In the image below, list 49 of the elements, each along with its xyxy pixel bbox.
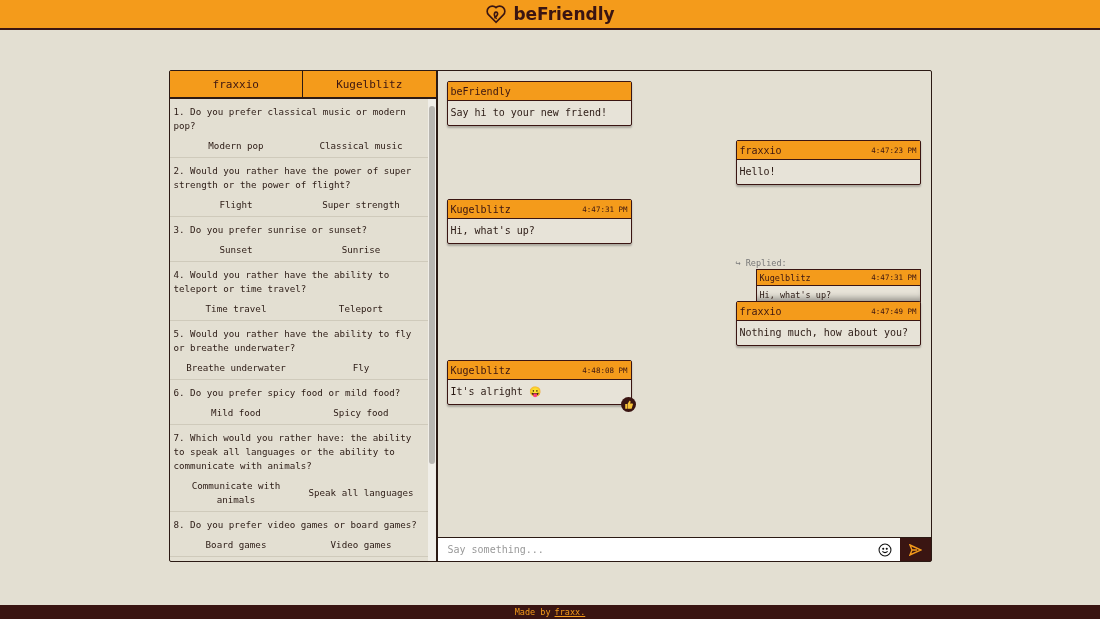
question-text: 6. Do you prefer spicy food or mild food? [173, 386, 402, 400]
message-input[interactable]: Say something... [445, 543, 878, 556]
answer-option[interactable]: Super strength [298, 198, 424, 212]
answer-option[interactable]: Spicy food [298, 406, 424, 420]
message-text: Say hi to your new friend! [449, 106, 609, 120]
answer-option[interactable]: Sunset [173, 243, 299, 257]
question-text: 8. Do you prefer video games or board games? [173, 518, 418, 532]
smiley-icon[interactable] [877, 542, 892, 557]
answer-option[interactable]: Video games [298, 538, 424, 552]
message-text: Nothing much, how about you? [738, 326, 910, 340]
question-text: 1. Do you prefer classical music or modern pop? [173, 105, 407, 133]
sender-name: beFriendly [450, 85, 511, 97]
answer-option[interactable]: Time travel [173, 302, 299, 316]
send-button[interactable] [899, 538, 931, 561]
message-text: Hi, what's up? [758, 289, 833, 302]
answer-option[interactable]: Classical music [298, 139, 424, 153]
answer-option[interactable]: Board games [173, 538, 299, 552]
answer-option[interactable]: Flight [173, 198, 299, 212]
message-text: Hi, what's up? [449, 224, 536, 238]
message-field[interactable]: Say something... [437, 538, 900, 561]
answer-option[interactable]: Communicate with animals [173, 479, 299, 507]
replied-label: ↪ Replied: [735, 258, 787, 268]
footer-text: Made by [514, 607, 551, 617]
sender-name: Kugelblitz [450, 364, 511, 376]
answer-option[interactable]: Fly [298, 361, 424, 375]
answer-option[interactable]: Sunrise [298, 243, 424, 257]
scrollbar[interactable] [427, 99, 436, 561]
answer-option[interactable]: Breathe underwater [173, 361, 299, 375]
question-text: 7. Which would you rather have: the ability to speak all languages or the ability to communicate with animals? [173, 431, 413, 473]
participant-name: Kugelblitz [302, 71, 436, 97]
author-link[interactable]: fraxx. [554, 607, 586, 617]
participant-name: fraxxio [211, 76, 260, 93]
sender-name: fraxxio [739, 144, 782, 156]
sender-name: Kugelblitz [759, 272, 811, 283]
sender-name: fraxxio [739, 305, 782, 317]
question-text: 2. Would you rather have the power of super strength or the power of flight? [173, 164, 413, 192]
heart-logo-icon [485, 3, 508, 25]
app-title: beFriendly [513, 4, 615, 24]
question-text: 5. Would you rather have the ability to fly or breathe underwater? [173, 327, 413, 355]
question-text: 4. Would you rather have the ability to teleport or time travel? [173, 268, 391, 296]
sender-name: Kugelblitz [450, 203, 511, 215]
question-text: 3. Do you prefer sunrise or sunset? [173, 223, 369, 237]
answer-option[interactable]: Speak all languages [298, 486, 424, 500]
answer-option[interactable]: Modern pop [173, 139, 299, 153]
message-text: Hello! [738, 165, 777, 179]
answer-option[interactable]: Mild food [173, 406, 299, 420]
send-icon [908, 543, 922, 556]
answer-option[interactable]: Teleport [298, 302, 424, 316]
message-text: It's alright 😛 [449, 385, 542, 399]
